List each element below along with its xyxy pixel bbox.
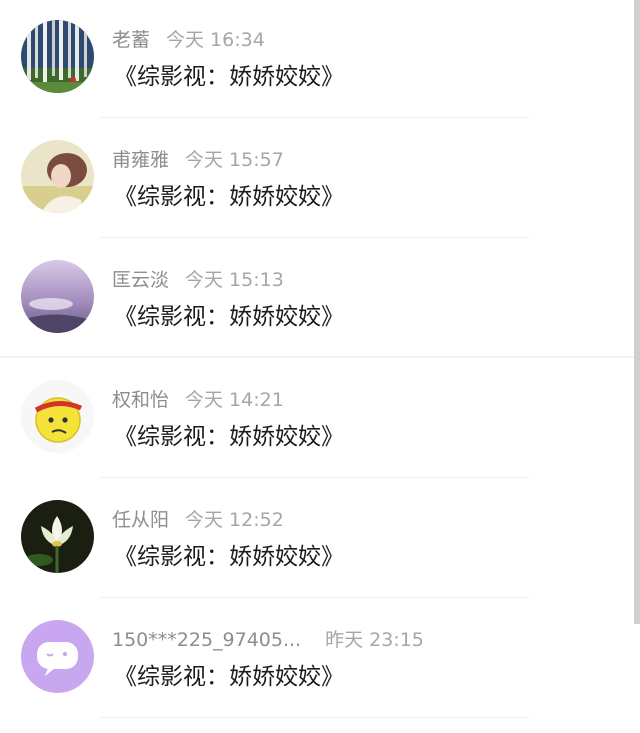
headband-emoji-avatar[interactable]	[21, 380, 94, 453]
birch-forest-avatar[interactable]	[21, 20, 94, 93]
chat-bubble-avatar[interactable]	[21, 620, 94, 693]
conversation-meta: 甫雍雅 今天 15:57	[112, 147, 284, 173]
message-time: 今天 15:57	[185, 149, 284, 171]
message-time: 今天 14:21	[185, 389, 284, 411]
conversation-item[interactable]: 权和怡 今天 14:21 《综影视：娇娇姣姣》	[0, 360, 634, 480]
conversation-meta: 150***225_97405... 昨天 23:15	[112, 627, 424, 653]
contact-name: 匡云淡	[112, 269, 170, 291]
row-divider	[100, 117, 530, 118]
conversation-item[interactable]: 150***225_97405... 昨天 23:15 《综影视：娇娇姣姣》	[0, 600, 634, 720]
girl-portrait-avatar[interactable]	[21, 140, 94, 213]
row-divider	[100, 237, 530, 238]
conversation-item[interactable]: 任从阳 今天 12:52 《综影视：娇娇姣姣》	[0, 480, 634, 600]
row-divider	[100, 717, 530, 718]
contact-name: 150***225_97405...	[112, 629, 302, 651]
message-preview: 《综影视：娇娇姣姣》	[114, 544, 344, 570]
contact-name: 甫雍雅	[112, 149, 170, 171]
conversation-item[interactable]: 甫雍雅 今天 15:57 《综影视：娇娇姣姣》	[0, 120, 634, 240]
message-time: 今天 15:13	[185, 269, 284, 291]
lotus-flower-avatar[interactable]	[21, 500, 94, 573]
contact-name: 权和怡	[112, 389, 170, 411]
conversation-meta: 匡云淡 今天 15:13	[112, 267, 284, 293]
conversation-item[interactable]: 匡云淡 今天 15:13 《综影视：娇娇姣姣》	[0, 240, 634, 360]
message-time: 今天 12:52	[185, 509, 284, 531]
scrollbar[interactable]	[634, 0, 640, 624]
row-divider	[100, 597, 530, 598]
message-preview: 《综影视：娇娇姣姣》	[114, 184, 344, 210]
conversation-meta: 权和怡 今天 14:21	[112, 387, 284, 413]
message-preview: 《综影视：娇娇姣姣》	[114, 424, 344, 450]
message-time: 昨天 23:15	[325, 629, 424, 651]
contact-name: 老蓄	[112, 29, 151, 51]
message-time: 今天 16:34	[166, 29, 265, 51]
message-preview: 《综影视：娇娇姣姣》	[114, 64, 344, 90]
message-preview: 《综影视：娇娇姣姣》	[114, 664, 344, 690]
conversation-item[interactable]: 老蓄 今天 16:34 《综影视：娇娇姣姣》	[0, 0, 634, 120]
misty-water-avatar[interactable]	[21, 260, 94, 333]
row-divider	[100, 477, 530, 478]
message-preview: 《综影视：娇娇姣姣》	[114, 304, 344, 330]
contact-name: 任从阳	[112, 509, 170, 531]
conversation-meta: 老蓄 今天 16:34	[112, 27, 265, 53]
conversation-meta: 任从阳 今天 12:52	[112, 507, 284, 533]
